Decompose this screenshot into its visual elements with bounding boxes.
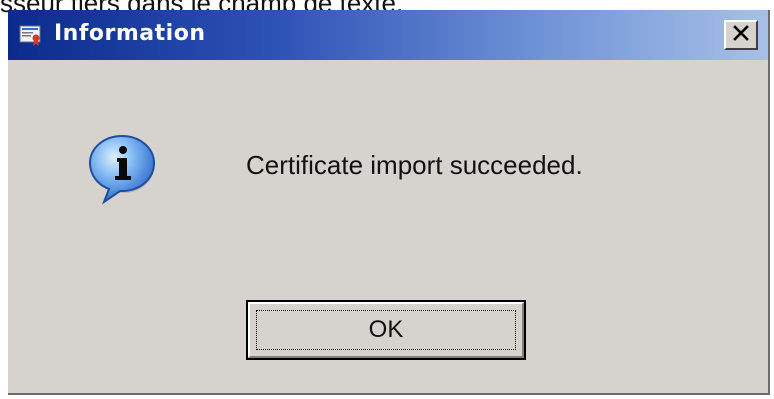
message-text: Certificate import succeeded. — [246, 150, 583, 180]
page: sseur tiers dans le champ de texte. Info… — [0, 0, 774, 399]
title-bar[interactable]: Information — [8, 10, 768, 60]
close-icon — [732, 24, 750, 46]
ok-button[interactable]: OK — [246, 300, 526, 360]
dialog-title: Information — [54, 21, 206, 46]
close-button[interactable] — [724, 20, 758, 50]
information-dialog: Information Certificate import succeeded… — [8, 10, 770, 395]
ok-button-focus-rect: OK — [256, 310, 516, 350]
certificate-icon — [18, 23, 44, 47]
info-icon — [78, 130, 168, 210]
ok-button-label: OK — [368, 316, 404, 343]
